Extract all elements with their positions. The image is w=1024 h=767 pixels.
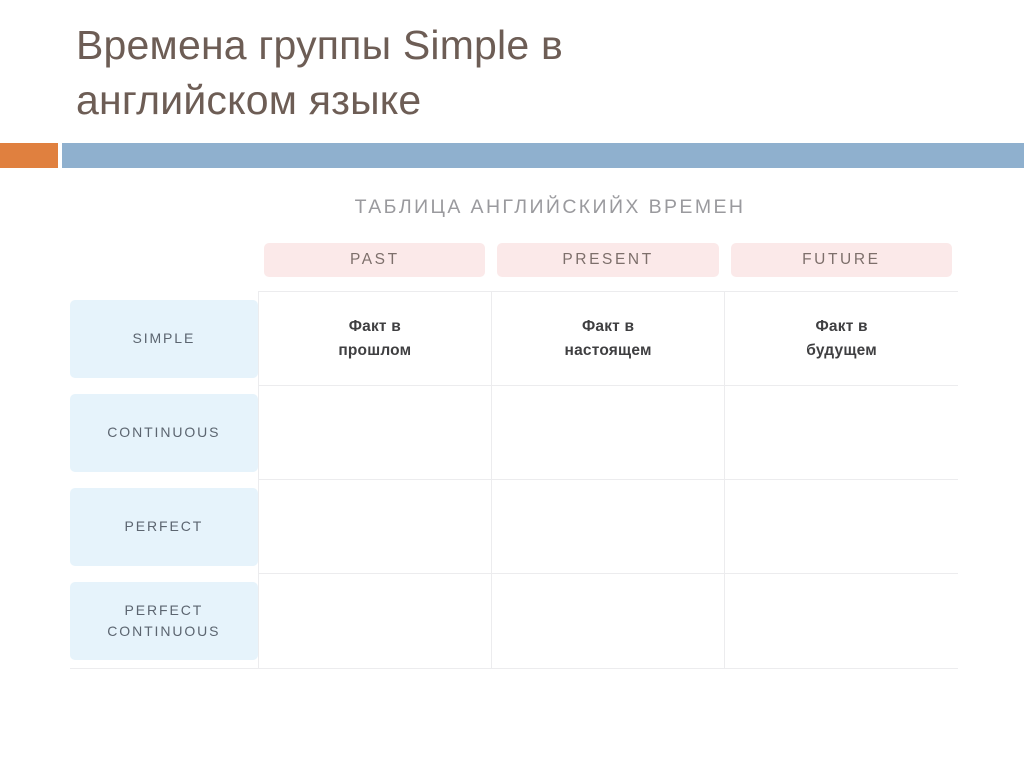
cell-simple-future: Факт в будущем xyxy=(724,291,958,386)
table-header-row: PAST PRESENT FUTURE xyxy=(70,239,958,292)
divider-bar xyxy=(62,143,1024,168)
row-label-perfect-text: PERFECT xyxy=(70,487,258,566)
cell-simple-past: Факт в прошлом xyxy=(257,291,492,386)
table-row: CONTINUOUS xyxy=(70,385,958,480)
column-header-present-label: PRESENT xyxy=(497,243,719,277)
column-header-future: FUTURE xyxy=(725,239,958,292)
cell-perfect-future xyxy=(724,479,958,574)
cell-perfect-present xyxy=(490,479,725,574)
cell-continuous-future xyxy=(724,385,958,480)
row-label-simple-text: SIMPLE xyxy=(70,299,258,378)
column-header-past: PAST xyxy=(258,239,491,292)
table-corner-cell xyxy=(70,239,258,292)
title-divider xyxy=(0,143,1024,168)
column-header-future-label: FUTURE xyxy=(730,243,952,277)
table-caption: ТАБЛИЦА АНГЛИЙСКИЙХ ВРЕМЕН xyxy=(354,196,746,218)
page-title: Времена группы Simple в английском языке xyxy=(76,22,563,124)
column-header-past-label: PAST xyxy=(264,243,486,277)
table-row: PERFECT xyxy=(70,479,958,574)
divider-accent-block xyxy=(0,143,58,168)
cell-perfect-continuous-present xyxy=(490,573,725,669)
cell-simple-present: Факт в настоящем xyxy=(490,291,725,386)
column-header-present: PRESENT xyxy=(491,239,724,292)
cell-continuous-present xyxy=(490,385,725,480)
table-row: SIMPLE Факт в прошлом Факт в настоящем Ф… xyxy=(70,291,958,386)
row-label-perfect-continuous: PERFECT CONTINUOUS xyxy=(70,573,259,669)
table-row: PERFECT CONTINUOUS xyxy=(70,573,958,669)
row-label-continuous: CONTINUOUS xyxy=(70,386,258,480)
cell-perfect-continuous-future xyxy=(724,573,958,669)
row-label-perfect: PERFECT xyxy=(70,480,258,574)
cell-perfect-past xyxy=(257,479,492,574)
row-label-perfect-continuous-text: PERFECT CONTINUOUS xyxy=(70,581,258,660)
row-label-simple: SIMPLE xyxy=(70,292,258,386)
english-tenses-table: PAST PRESENT FUTURE SIMPLE Факт в прошло… xyxy=(70,239,958,669)
cell-simple-present-text: Факт в настоящем xyxy=(564,318,652,359)
row-label-continuous-text: CONTINUOUS xyxy=(70,393,258,472)
cell-simple-future-text: Факт в будущем xyxy=(806,318,877,359)
tense-table-container: ТАБЛИЦА АНГЛИЙСКИЙХ ВРЕМЕН PAST PRESENT … xyxy=(70,196,960,669)
cell-simple-past-text: Факт в прошлом xyxy=(338,318,412,359)
cell-perfect-continuous-past xyxy=(257,573,492,669)
cell-continuous-past xyxy=(257,385,492,480)
